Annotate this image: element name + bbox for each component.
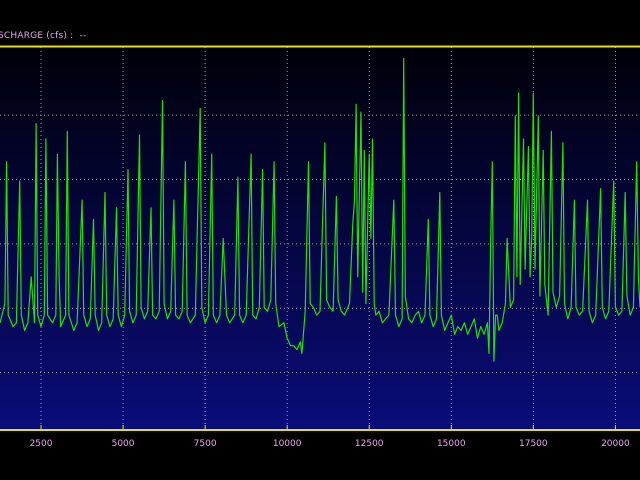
- x-tick-label-7: 20000: [601, 439, 630, 449]
- discharge-chart: 2500 5000 7500 10000 12500 15000 17500 20000: [0, 45, 640, 449]
- x-tick-label-2: 7500: [194, 439, 217, 449]
- x-tick-label-4: 12500: [355, 439, 384, 449]
- x-tick-label-0: 2500: [30, 439, 53, 449]
- x-tick-label-6: 17500: [519, 439, 548, 449]
- x-tick-label-5: 15000: [437, 439, 466, 449]
- x-tick-label-3: 10000: [273, 439, 302, 449]
- x-tick-label-1: 5000: [112, 439, 135, 449]
